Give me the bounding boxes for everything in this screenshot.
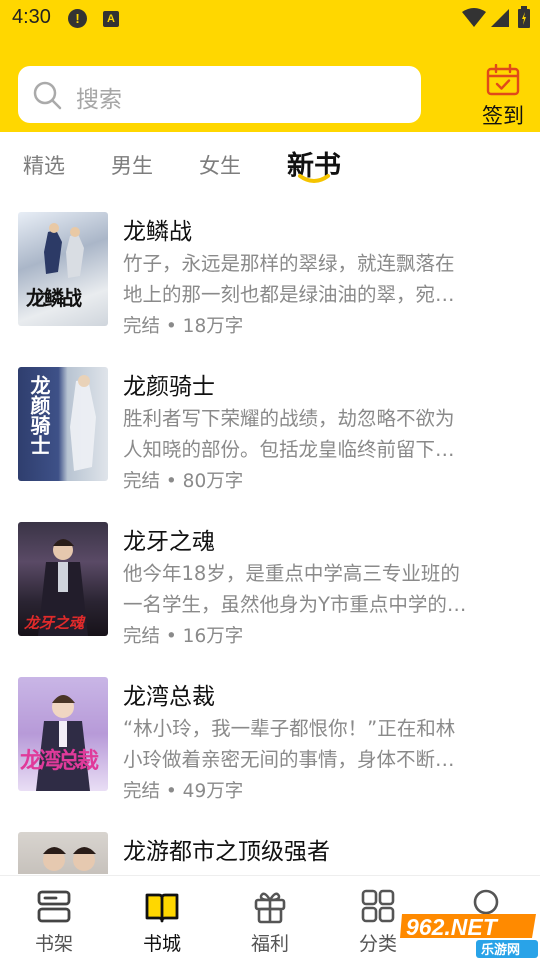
cover-title: 龙牙之魂 [24, 614, 85, 632]
book-title: 龙颜骑士 [123, 374, 215, 400]
cover-title: 龙鳞战 [26, 286, 82, 310]
battery-icon [518, 6, 530, 28]
book-title: 龙游都市之顶级强者 [123, 839, 330, 865]
book-meta: 完结 • 16万字 [123, 626, 244, 647]
header: 4:30 ! A 搜索 签到 [0, 0, 540, 132]
a-icon: A [103, 11, 119, 27]
tab-featured[interactable]: 精选 [23, 150, 65, 180]
bookstore-icon [145, 893, 179, 923]
book-description-line: 他今年18岁，是重点中学高三专业班的 [123, 562, 460, 585]
book-description: 竹子，永远是那样的翠绿，就连飘落在 地上的那一刻也都是绿油油的翠，宛… [123, 248, 488, 310]
book-description-line: 人知晓的部份。包括龙皇临终前留下… [123, 438, 455, 461]
book-cover[interactable]: 龙牙之魂 [18, 522, 108, 636]
book-meta: 完结 • 49万字 [123, 781, 244, 802]
checkin-button[interactable]: 签到 [476, 62, 530, 128]
book-item[interactable]: 龙牙之魂 龙牙之魂 他今年18岁，是重点中学高三专业班的 一名学生，虽然他身为Y… [0, 510, 540, 665]
book-item[interactable]: 龙鳞战 龙鳞战 竹子，永远是那样的翠绿，就连飘落在 地上的那一刻也都是绿油油的翠… [0, 200, 540, 355]
nav-welfare[interactable]: 福利 [230, 876, 310, 960]
tab-female[interactable]: 女生 [199, 150, 241, 180]
book-list[interactable]: 龙鳞战 龙鳞战 竹子，永远是那样的翠绿，就连飘落在 地上的那一刻也都是绿油油的翠… [0, 200, 540, 874]
tab-male[interactable]: 男生 [111, 150, 153, 180]
alert-icon: ! [68, 9, 87, 28]
nav-label: 书城 [142, 933, 181, 955]
signal-icon [491, 9, 509, 27]
book-description-line: 小玲做着亲密无间的事情，身体不断… [123, 748, 455, 771]
book-description-line: 竹子，永远是那样的翠绿，就连飘落在 [123, 252, 455, 275]
book-description-line: 一名学生，虽然他身为Y市重点中学的… [123, 593, 467, 616]
book-cover[interactable] [18, 832, 108, 874]
calendar-check-icon [486, 64, 520, 96]
book-description: 胜利者写下荣耀的战绩，劫忽略不欲为 人知晓的部份。包括龙皇临终前留下… [123, 403, 488, 465]
gift-icon [254, 892, 286, 924]
nav-label: 书架 [34, 933, 73, 955]
search-icon [33, 81, 62, 110]
search-input[interactable]: 搜索 [18, 66, 421, 123]
book-cover[interactable]: 龙湾总裁 [18, 677, 108, 791]
book-item[interactable]: 龙颜骑士 龙颜骑士 胜利者写下荣耀的战绩，劫忽略不欲为 人知晓的部份。包括龙皇临… [0, 355, 540, 510]
nav-bookshelf[interactable]: 书架 [14, 876, 94, 960]
book-meta: 完结 • 80万字 [123, 471, 244, 492]
tab-bar: 精选 男生 女生 新书 [0, 132, 540, 192]
watermark-logo: 962.NET 乐游网 [398, 908, 540, 960]
nav-label: 福利 [250, 933, 289, 955]
watermark-brand: 962.NET [406, 914, 499, 940]
watermark-badge: 962.NET 乐游网 [400, 914, 538, 958]
cover-title: 龙湾总裁 [20, 748, 99, 774]
book-title: 龙湾总裁 [123, 684, 215, 710]
book-description: “林小玲，我一辈子都恨你！”正在和林 小玲做着亲密无间的事情，身体不断… [123, 713, 488, 775]
cover-title: 龙颜骑士 [27, 375, 51, 455]
cover-art [43, 847, 96, 871]
book-item[interactable]: 龙湾总裁 龙湾总裁 “林小玲，我一辈子都恨你！”正在和林 小玲做着亲密无间的事情… [0, 665, 540, 820]
book-description [123, 868, 488, 874]
status-bar: 4:30 ! A [0, 0, 540, 36]
nav-bookstore[interactable]: 书城 [122, 876, 202, 960]
book-cover[interactable]: 龙鳞战 [18, 212, 108, 326]
book-meta: 完结 • 18万字 [123, 316, 244, 337]
category-icon [361, 889, 395, 923]
wifi-icon [462, 8, 486, 27]
book-description-line: 胜利者写下荣耀的战绩，劫忽略不欲为 [123, 407, 455, 430]
active-tab-indicator [298, 174, 330, 183]
book-title: 龙牙之魂 [123, 529, 215, 555]
book-title: 龙鳞战 [123, 219, 192, 245]
book-description: 他今年18岁，是重点中学高三专业班的 一名学生，虽然他身为Y市重点中学的… [123, 558, 488, 620]
bookshelf-icon [37, 890, 71, 923]
book-description-line: “林小玲，我一辈子都恨你！”正在和林 [123, 717, 456, 740]
watermark-sub: 乐游网 [481, 942, 520, 958]
status-time: 4:30 [12, 6, 51, 28]
search-placeholder: 搜索 [76, 87, 122, 113]
checkin-label: 签到 [482, 104, 524, 128]
book-cover[interactable]: 龙颜骑士 [18, 367, 108, 481]
book-description-line: 地上的那一刻也都是绿油油的翠，宛… [123, 283, 455, 306]
book-item[interactable]: 龙游都市之顶级强者 [0, 820, 540, 874]
